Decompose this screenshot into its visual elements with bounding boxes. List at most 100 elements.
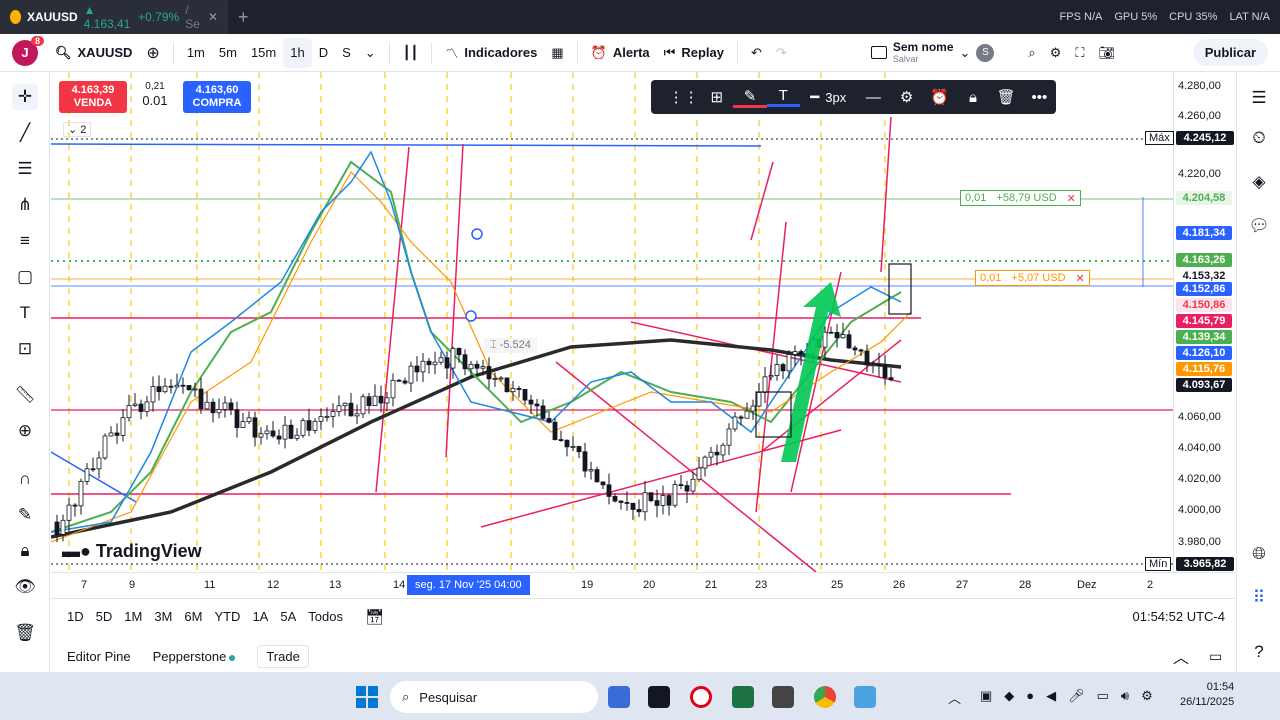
globe-icon[interactable]: 🌐︎ (1247, 542, 1271, 566)
opera-browser-icon[interactable] (690, 686, 712, 708)
position-label-bottom[interactable]: 0,01 +5,07 USD ✕ (975, 270, 1090, 286)
right-sidebar: ☰ ⏲ ◈ 💬︎ 🌐︎ ⠿ ? (1236, 72, 1280, 688)
tradingview-app-icon[interactable] (648, 686, 670, 708)
apps-grid-icon[interactable]: ⠿ (1247, 586, 1271, 610)
range-1d[interactable]: 1D (61, 609, 90, 624)
user-avatar[interactable]: J 8 (12, 40, 38, 66)
pencil-color-icon[interactable]: ✎ (733, 87, 766, 108)
chart-pane[interactable] (51, 72, 1173, 572)
publish-button[interactable]: Publicar (1193, 39, 1268, 66)
maximize-panel-icon[interactable]: ▭ (1209, 648, 1222, 665)
settings-icon[interactable]: ⚙ (890, 88, 923, 106)
alert-add-icon[interactable]: ⏰ (923, 88, 956, 106)
fullscreen-button[interactable]: ⛶ (1068, 38, 1091, 68)
range-6m[interactable]: 6M (178, 609, 208, 624)
lock-icon[interactable]: 🔒︎ (956, 89, 989, 106)
rectangle-tool-icon[interactable]: ▢ (12, 264, 38, 290)
photos-app-icon[interactable] (854, 686, 876, 708)
chat-icon[interactable]: 💬︎ (1247, 214, 1271, 238)
pitchfork-tool-icon[interactable]: ⋔ (12, 192, 38, 218)
pattern-tool-icon[interactable]: ⊡ (12, 336, 38, 362)
close-icon[interactable]: ✕ (1076, 272, 1085, 285)
range-1m[interactable]: 1M (118, 609, 148, 624)
more-icon[interactable]: ••• (1023, 89, 1056, 106)
collapse-indicators-button[interactable]: ⌄ 2 (63, 122, 91, 137)
price-axis[interactable]: 4.280,00 4.260,00 4.220,00 4.060,00 4.04… (1173, 72, 1235, 572)
spread-box[interactable]: 0,21 0.01 (133, 80, 177, 108)
ruler-tool-icon[interactable]: 📏︎ (12, 382, 38, 408)
range-all[interactable]: Todos (302, 609, 349, 624)
alerts-clock-icon[interactable]: ⏲ (1247, 126, 1271, 150)
lock-drawings-icon[interactable]: 🔒︎ (12, 538, 38, 564)
trendline-tool-icon[interactable]: ╱ (12, 120, 38, 146)
windows-start-icon[interactable] (356, 686, 378, 708)
settings-button[interactable]: ⚙ (1043, 38, 1069, 68)
price-chart-svg[interactable] (51, 72, 1173, 572)
range-ytd[interactable]: YTD (208, 609, 246, 624)
text-tool-icon[interactable]: T (12, 300, 38, 326)
taskbar-clock[interactable]: 01:54 26/11/2025 (1180, 680, 1234, 710)
snapshot-button[interactable]: 📷︎ (1091, 38, 1122, 68)
range-5d[interactable]: 5D (90, 609, 119, 624)
compare-symbol-button[interactable]: ⊕ (139, 38, 166, 68)
range-5a[interactable]: 5A (274, 609, 302, 624)
line-width-button[interactable]: ━ 3px (800, 88, 857, 106)
redo-button[interactable]: ↷ (769, 38, 794, 68)
date-range-calendar-icon[interactable]: 📅︎ (359, 608, 390, 626)
hide-drawings-icon[interactable]: 👁︎ (12, 574, 38, 600)
game-app-icon[interactable] (772, 686, 794, 708)
broker-tab[interactable]: Pepperstone (153, 649, 236, 664)
tab-close-icon[interactable]: ✕ (208, 10, 218, 24)
horizontal-lines-tool-icon[interactable]: ☰ (12, 156, 38, 182)
layers-icon[interactable]: ◈ (1247, 170, 1271, 194)
interval-dropdown[interactable]: ⌄ (358, 38, 383, 68)
fib-tool-icon[interactable]: ≡ (12, 228, 38, 254)
layout-button[interactable]: Sem nome Salvar ⌄ S (864, 38, 1002, 68)
drag-handle-icon[interactable]: ⋮⋮ (667, 88, 700, 106)
symbol-search-button[interactable]: 🔍︎ XAUUSD (48, 38, 139, 68)
interval-15m[interactable]: 15m (244, 38, 283, 68)
time-axis[interactable]: seg. 17 Nov '25 04:00 7 9 11 12 13 14 19 20 21 23… (51, 572, 1235, 598)
calculator-app-icon[interactable] (608, 686, 630, 708)
quick-search-button[interactable]: ⌕ (1021, 38, 1042, 68)
chart-type-button[interactable]: ┃┃ (396, 38, 426, 68)
tray-chevron-icon[interactable]: ︿ (948, 688, 961, 707)
interval-s[interactable]: S (335, 38, 358, 68)
sell-button[interactable]: 4.163,39 VENDA (59, 81, 127, 113)
tray-icons[interactable]: ▣◆●◀🎤︎▭🔊︎⚙ (980, 688, 1165, 704)
interval-5m[interactable]: 5m (212, 38, 244, 68)
chevron-up-icon[interactable]: ︿ (1173, 644, 1189, 668)
buy-button[interactable]: 4.163,60 COMPRA (183, 81, 251, 113)
template-icon[interactable]: ⊞ (700, 88, 733, 106)
magnet-tool-icon[interactable]: ∩ (12, 466, 38, 492)
undo-button[interactable]: ↶ (744, 38, 769, 68)
crosshair-tool-icon[interactable]: ✛ (12, 84, 38, 110)
watchlist-icon[interactable]: ☰ (1247, 86, 1271, 110)
pine-editor-tab[interactable]: Editor Pine (67, 649, 131, 664)
interval-d[interactable]: D (312, 38, 335, 68)
interval-1m[interactable]: 1m (180, 38, 212, 68)
chrome-browser-icon[interactable] (814, 686, 836, 708)
browser-tab[interactable]: XAUUSD ▲ 4.163,41 +0.79% / Se ✕ (0, 0, 228, 34)
taskbar-search[interactable]: ⌕ Pesquisar (390, 681, 598, 713)
trade-tab[interactable]: Trade (257, 645, 308, 668)
templates-button[interactable]: ▦ (544, 38, 570, 68)
help-icon[interactable]: ? (1247, 640, 1271, 664)
close-icon[interactable]: ✕ (1067, 192, 1076, 205)
timezone-clock[interactable]: 01:54:52 UTC-4 (1133, 609, 1226, 624)
text-color-icon[interactable]: T (767, 87, 800, 107)
delete-icon[interactable]: 🗑︎ (990, 88, 1023, 106)
trash-icon[interactable]: 🗑︎ (12, 620, 38, 646)
alert-button[interactable]: ⏰ Alerta (584, 38, 657, 68)
zoom-tool-icon[interactable]: ⊕ (12, 418, 38, 444)
excel-app-icon[interactable] (732, 686, 754, 708)
new-tab-button[interactable]: + (238, 7, 249, 28)
replay-button[interactable]: ⏮ Replay (657, 38, 731, 68)
position-label-top[interactable]: 0,01 +58,79 USD ✕ (960, 190, 1081, 206)
interval-1h[interactable]: 1h (283, 38, 311, 68)
indicators-button[interactable]: 〽 Indicadores (438, 38, 544, 68)
drawing-mode-tool-icon[interactable]: ✎ (12, 502, 38, 528)
range-1a[interactable]: 1A (246, 609, 274, 624)
range-3m[interactable]: 3M (148, 609, 178, 624)
line-style-icon[interactable]: ― (857, 89, 890, 106)
